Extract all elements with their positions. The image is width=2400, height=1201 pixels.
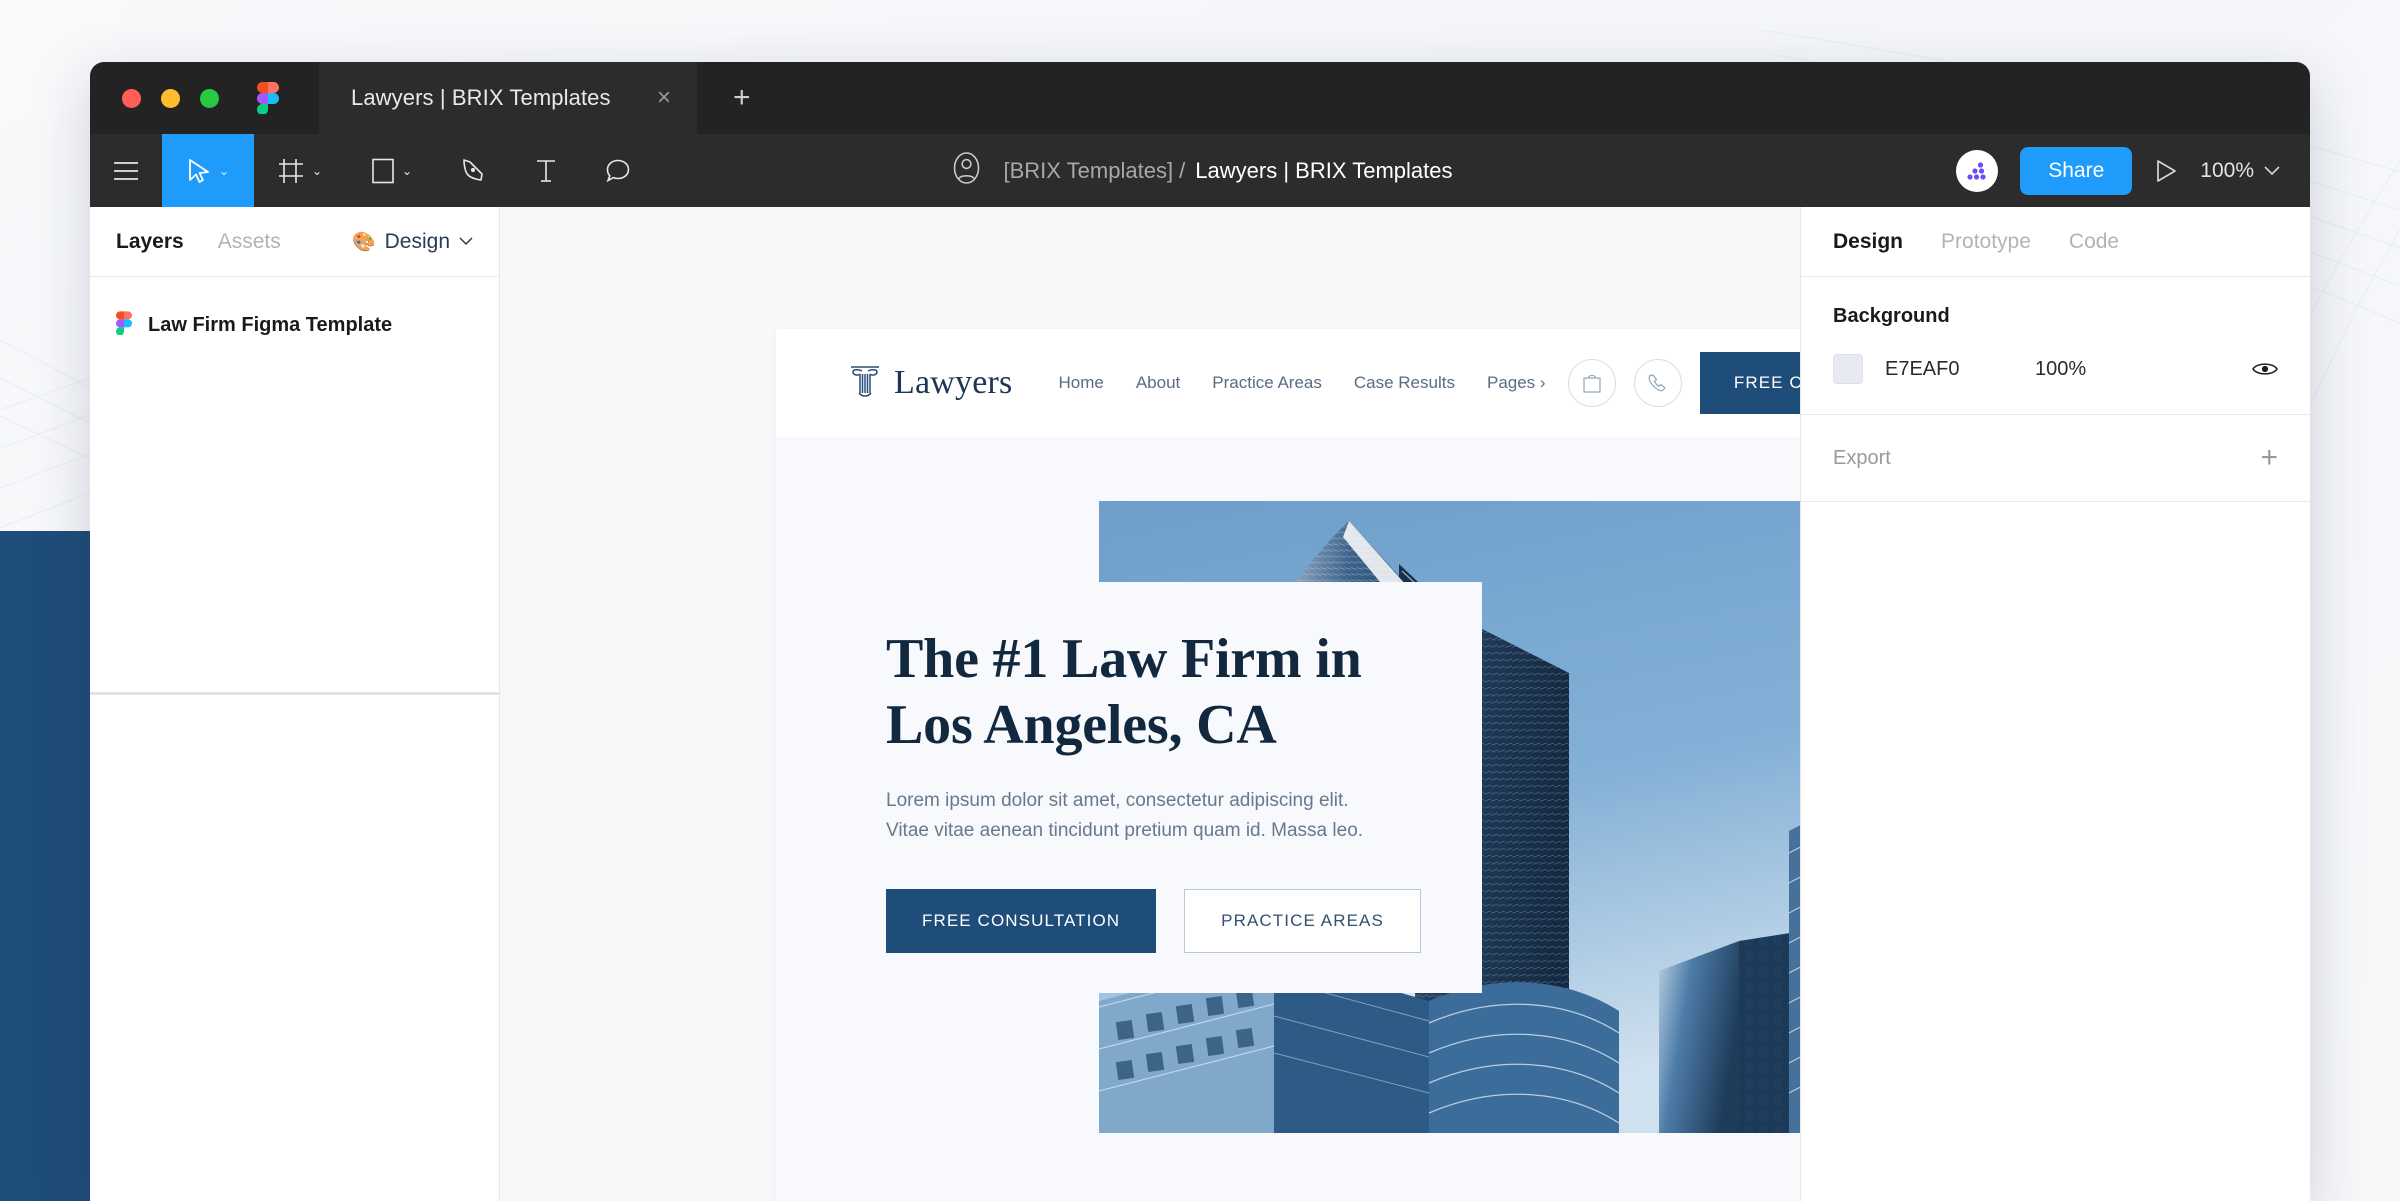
chevron-down-icon[interactable]: ⌄: [312, 164, 322, 178]
tab-prototype[interactable]: Prototype: [1941, 230, 2031, 254]
export-section-title: Export: [1833, 446, 1891, 469]
comment-tool-icon[interactable]: [582, 134, 654, 207]
avatar[interactable]: [1956, 149, 1999, 192]
background-section: Background E7EAF0 100%: [1801, 277, 2310, 415]
list-item[interactable]: Law Firm Figma Template: [90, 301, 499, 350]
toolbar-right-group: Share 100%: [1956, 146, 2310, 195]
share-button[interactable]: Share: [2020, 146, 2133, 195]
tab-layers[interactable]: Layers: [116, 230, 184, 254]
hero-primary-cta-button[interactable]: FREE CONSULTATION: [886, 888, 1157, 953]
hero-secondary-cta-button[interactable]: PRACTICE AREAS: [1184, 888, 1421, 953]
browser-tab[interactable]: Lawyers | BRIX Templates ×: [319, 62, 697, 134]
breadcrumb: [BRIX Templates] / Lawyers | BRIX Templa…: [948, 149, 1452, 192]
maximize-window-button[interactable]: [200, 88, 219, 108]
tab-title: Lawyers | BRIX Templates: [351, 85, 611, 110]
figma-file-icon: [116, 311, 132, 340]
zoom-level-value: 100%: [2200, 158, 2254, 182]
background-hex-value[interactable]: E7EAF0: [1885, 358, 2035, 381]
account-avatar-icon[interactable]: [948, 149, 986, 192]
shape-tool-icon[interactable]: ⌄: [346, 134, 438, 207]
minimize-window-button[interactable]: [161, 88, 180, 108]
add-export-icon[interactable]: +: [2260, 443, 2278, 473]
hero-cta-group: FREE CONSULTATION PRACTICE AREAS: [886, 888, 1446, 953]
chevron-down-icon[interactable]: ⌄: [402, 164, 412, 178]
chevron-down-icon: [2264, 165, 2280, 175]
layers-list: Law Firm Figma Template: [90, 277, 499, 374]
hero-heading-line2: Los Angeles, CA: [886, 693, 1277, 756]
figma-toolbar: ⌄ ⌄ ⌄ [BRIX Templates] / Lawyers | BRIX …: [90, 134, 2310, 207]
brand-name: Lawyers: [894, 364, 1013, 401]
close-icon[interactable]: ×: [657, 86, 671, 110]
chevron-down-icon[interactable]: ⌄: [219, 164, 229, 178]
nav-item-home[interactable]: Home: [1058, 373, 1103, 393]
website-header-actions: FREE CONSULTATION: [1567, 352, 1800, 414]
background-section-title: Background: [1833, 305, 1950, 327]
design-selector-label: Design: [384, 229, 450, 253]
left-panel: Layers Assets 🎨 Design Law Firm Figma Te…: [90, 207, 500, 1201]
decorative-corner-block: [0, 531, 90, 1201]
hero-paragraph: Lorem ipsum dolor sit amet, consectetur …: [886, 786, 1406, 847]
right-panel-tabs: Design Prototype Code: [1801, 207, 2310, 277]
window-traffic-lights: [90, 88, 219, 108]
phone-icon[interactable]: [1633, 359, 1682, 407]
color-swatch[interactable]: [1833, 354, 1863, 384]
pillar-icon: [848, 363, 882, 404]
hero-section: The #1 Law Firm in Los Angeles, CA Lorem…: [776, 437, 1800, 1201]
nav-item-case-results[interactable]: Case Results: [1354, 373, 1455, 393]
layer-label: Law Firm Figma Template: [148, 314, 393, 336]
tab-code[interactable]: Code: [2069, 230, 2119, 254]
palette-icon: 🎨: [351, 231, 376, 253]
visibility-eye-icon[interactable]: [2252, 360, 2278, 378]
pen-tool-icon[interactable]: [438, 134, 510, 207]
breadcrumb-project[interactable]: [BRIX Templates] /: [1004, 158, 1186, 184]
website-nav: Home About Practice Areas Case Results P…: [1058, 373, 1545, 393]
background-fill-row: E7EAF0 100%: [1833, 354, 2278, 384]
header-cta-button[interactable]: FREE CONSULTATION: [1699, 352, 1800, 414]
website-brand[interactable]: Lawyers: [848, 363, 1012, 404]
app-body: Layers Assets 🎨 Design Law Firm Figma Te…: [90, 207, 2310, 1201]
design-canvas[interactable]: Lawyers Home About Practice Areas Case R…: [500, 207, 1800, 1201]
present-play-icon[interactable]: [2154, 158, 2178, 184]
nav-item-about[interactable]: About: [1136, 373, 1180, 393]
new-tab-icon[interactable]: +: [733, 83, 751, 113]
background-opacity-value[interactable]: 100%: [2035, 358, 2086, 381]
breadcrumb-file[interactable]: Lawyers | BRIX Templates: [1195, 158, 1452, 184]
chevron-down-icon: [459, 237, 473, 246]
hero-copy: The #1 Law Firm in Los Angeles, CA Lorem…: [886, 627, 1446, 953]
close-window-button[interactable]: [122, 88, 141, 108]
hero-paragraph-line1: Lorem ipsum dolor sit amet, consectetur …: [886, 790, 1349, 812]
hero-heading-line1: The #1 Law Firm in: [886, 628, 1362, 690]
tab-design[interactable]: Design: [1833, 230, 1903, 254]
export-section: Export +: [1801, 415, 2310, 502]
nav-item-practice-areas[interactable]: Practice Areas: [1212, 373, 1322, 393]
panel-divider: [90, 692, 499, 695]
website-header: Lawyers Home About Practice Areas Case R…: [776, 329, 1800, 437]
tab-assets[interactable]: Assets: [218, 230, 281, 254]
menu-icon[interactable]: [90, 134, 162, 207]
figma-window: Lawyers | BRIX Templates × + ⌄ ⌄ ⌄ [BRIX…: [90, 62, 2310, 1201]
figma-logo-icon: [257, 82, 279, 115]
shopping-bag-icon[interactable]: [1567, 359, 1616, 407]
text-tool-icon[interactable]: [510, 134, 582, 207]
hero-paragraph-line2: Vitae vitae aenean tincidunt pretium qua…: [886, 820, 1364, 842]
zoom-level-control[interactable]: 100%: [2200, 159, 2280, 183]
page-title: The #1 Law Firm in Los Angeles, CA: [886, 627, 1446, 758]
right-panel: Design Prototype Code Background E7EAF0 …: [1800, 207, 2310, 1201]
design-selector[interactable]: 🎨 Design: [352, 230, 473, 254]
website-frame: Lawyers Home About Practice Areas Case R…: [776, 329, 1800, 1201]
frame-tool-icon[interactable]: ⌄: [254, 134, 346, 207]
nav-item-pages[interactable]: Pages ›: [1487, 373, 1546, 393]
move-tool-icon[interactable]: ⌄: [162, 134, 254, 207]
window-tab-bar: Lawyers | BRIX Templates × +: [90, 62, 2310, 134]
left-panel-tabs: Layers Assets 🎨 Design: [90, 207, 499, 277]
